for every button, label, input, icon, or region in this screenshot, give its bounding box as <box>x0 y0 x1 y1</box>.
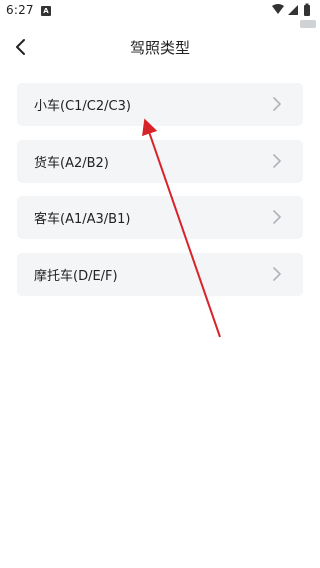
signal-icon <box>288 5 298 15</box>
list-item-label: 货车(A2/B2) <box>34 155 109 171</box>
chevron-right-icon <box>273 266 281 281</box>
nav-bar: 驾照类型 <box>0 30 320 64</box>
list-item-label: 小车(C1/C2/C3) <box>34 99 131 114</box>
list-item-label: 客车(A1/A3/B1) <box>34 212 131 227</box>
status-indicator <box>300 20 316 28</box>
page-title: 驾照类型 <box>129 39 190 57</box>
wifi-icon <box>272 4 284 14</box>
chevron-right-icon <box>273 210 281 224</box>
license-type-list: 小车(C1/C2/C3) 货车(A2/B2) 客车(A1/A3/B1) 摩托车(… <box>17 83 303 309</box>
notification-icon: A <box>41 6 51 16</box>
status-bar: 6:27 A <box>0 0 320 28</box>
battery-icon <box>304 3 310 16</box>
status-icons <box>272 3 310 16</box>
list-item-bus[interactable]: 客车(A1/A3/B1) <box>17 196 303 239</box>
chevron-right-icon <box>273 153 281 168</box>
list-item-label: 摩托车(D/E/F) <box>34 268 118 284</box>
list-item-car[interactable]: 小车(C1/C2/C3) <box>17 83 303 126</box>
chevron-right-icon <box>273 97 281 111</box>
status-time: 6:27 <box>6 3 34 17</box>
list-item-motorcycle[interactable]: 摩托车(D/E/F) <box>17 252 303 296</box>
list-item-truck[interactable]: 货车(A2/B2) <box>17 139 303 183</box>
